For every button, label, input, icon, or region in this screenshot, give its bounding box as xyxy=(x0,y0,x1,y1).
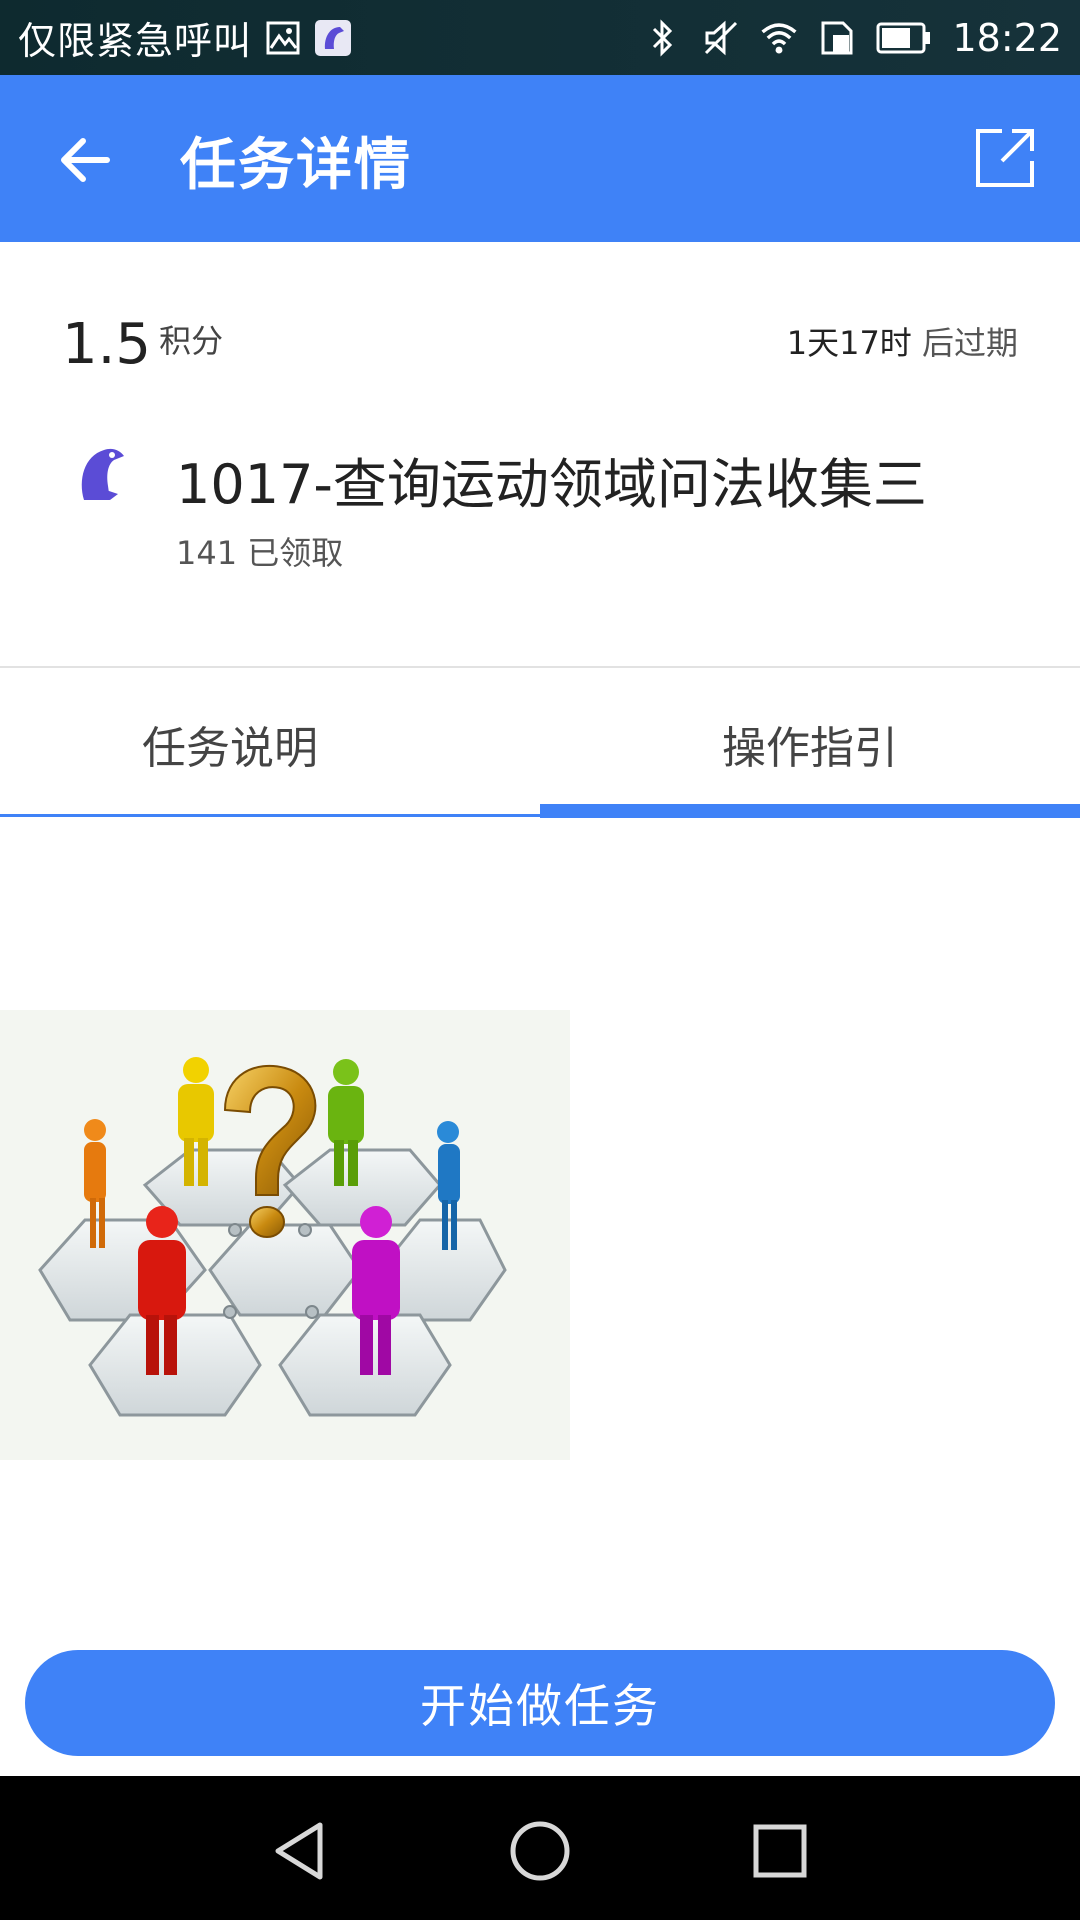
clock: 18:22 xyxy=(952,15,1062,60)
task-title: 1017-查询运动领域问法收集三 xyxy=(176,453,927,516)
tab-operation-guide[interactable]: 操作指引 xyxy=(540,668,1080,820)
points-unit: 积分 xyxy=(159,322,224,360)
tab-task-description[interactable]: 任务说明 xyxy=(0,668,540,820)
bluetooth-icon xyxy=(644,18,682,57)
tab-bar: 任务说明 操作指引 xyxy=(0,668,1080,820)
status-bar: 仅限紧急呼叫 18:22 xyxy=(0,0,1080,75)
image-icon xyxy=(264,19,302,57)
guide-illustration xyxy=(0,1010,570,1460)
back-button[interactable] xyxy=(50,125,120,195)
navigation-bar xyxy=(0,1776,1080,1920)
external-link-icon xyxy=(976,129,1034,187)
recents-square-icon[interactable] xyxy=(740,1811,820,1891)
expiry-time: 1天17时 xyxy=(786,324,912,362)
arrow-left-icon xyxy=(61,138,110,182)
carrier-text: 仅限紧急呼叫 xyxy=(18,19,253,63)
wifi-icon xyxy=(760,19,798,57)
app-logo-icon xyxy=(314,19,352,57)
points-value: 1.5 xyxy=(62,312,152,377)
expiry-info: 1天17时 后过期 xyxy=(787,318,1018,364)
claimed-count: 141 已领取 xyxy=(176,534,344,572)
task-app-icon xyxy=(72,442,128,504)
app-bar: 任务详情 xyxy=(0,75,1080,242)
points: 1.5 积分 xyxy=(62,312,223,377)
battery-icon xyxy=(876,19,932,57)
start-task-button[interactable]: 开始做任务 xyxy=(25,1650,1055,1756)
sim-icon xyxy=(818,19,856,57)
page-title: 任务详情 xyxy=(180,133,412,198)
home-circle-icon[interactable] xyxy=(500,1811,580,1891)
tab-underline xyxy=(0,814,540,817)
share-button[interactable] xyxy=(972,125,1042,195)
mute-icon xyxy=(702,19,740,57)
expiry-suffix: 后过期 xyxy=(921,324,1018,362)
tab-active-indicator xyxy=(540,804,1080,818)
back-triangle-icon[interactable] xyxy=(260,1811,340,1891)
